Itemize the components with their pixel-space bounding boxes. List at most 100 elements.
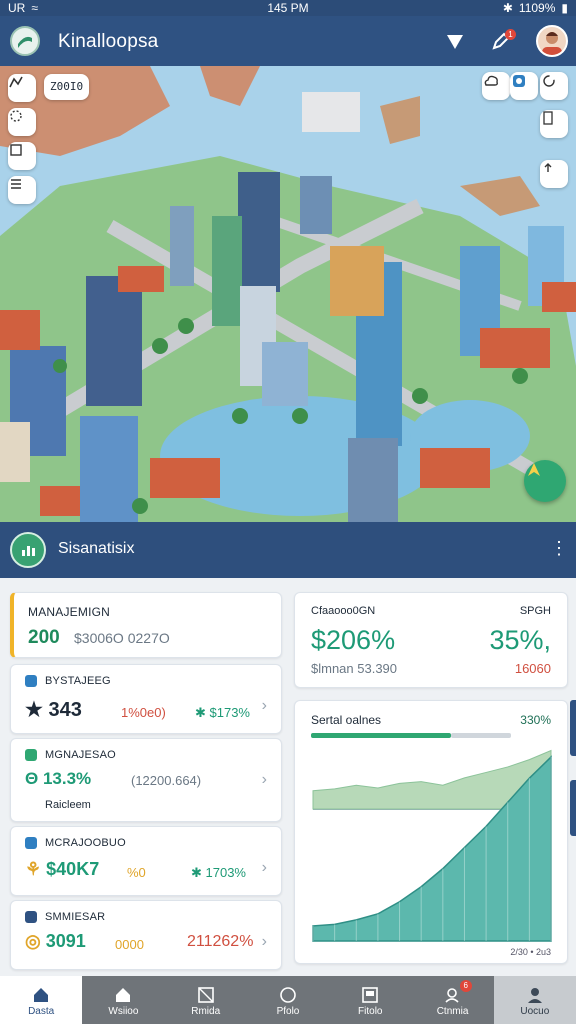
notification-badge: 1	[505, 29, 516, 40]
list-item-extra: Raicleem	[45, 799, 91, 811]
summary-value-right: 35%,	[489, 625, 551, 655]
nav-item-home[interactable]: Wsiioo	[82, 976, 164, 1024]
flower-icon: ⚘	[25, 859, 42, 879]
status-bar: UR ≈ 145 PM ✱ 1109% ▮	[0, 0, 576, 16]
house-icon	[113, 984, 133, 1006]
sales-chart-card[interactable]: Sertal oalnes 330% 2/30 • 2u3	[294, 700, 568, 964]
nav-label: Wsiioo	[108, 1005, 139, 1017]
list-item-delta-bad: 0000	[115, 937, 144, 952]
sparkle-icon: ✱	[191, 865, 206, 880]
list-item-value: 13.3%	[42, 769, 92, 788]
list-item-value: $40K7	[46, 859, 100, 879]
list-item[interactable]: MCRAJOOBUO ⚘ $40K7 %0 ✱ 1703% ›	[10, 826, 282, 896]
circle-icon	[278, 984, 298, 1006]
nav-label: Dasta	[28, 1005, 55, 1017]
list-item[interactable]: SMMIESAR ◎ 3091 0000 211262% ›	[10, 900, 282, 970]
nav-item-media[interactable]: Rmida	[165, 976, 247, 1024]
nav-item-user[interactable]: Uocuo	[493, 976, 576, 1024]
list-item-title: SMMIESAR	[45, 911, 106, 923]
list-item-title: MCRAJOOBUO	[45, 837, 126, 849]
map-illustration	[0, 66, 576, 522]
summary-card[interactable]: Cfaaooo0GN SPGH $206% 35%, $lmnan 53.390…	[294, 592, 568, 688]
nav-badge: 6	[459, 980, 472, 992]
target-icon: ◎	[25, 931, 41, 951]
nav-label: Rmida	[191, 1005, 221, 1017]
chevron-right-icon: ›	[261, 771, 267, 788]
filter-icon[interactable]	[8, 176, 36, 204]
list-item-title: BYSTAJEEG	[45, 675, 111, 687]
statistics-title: Sisanatisix	[58, 540, 135, 557]
management-title: MANAJEMIGN	[28, 605, 111, 619]
summary-label-right: SPGH	[519, 605, 551, 617]
list-item-title: MGNAJESAO	[45, 749, 116, 761]
nav-label: Fitolo	[358, 1005, 383, 1017]
badge-icon	[25, 749, 37, 761]
summary-sub-left: $lmnan 53.390	[311, 661, 398, 676]
side-tab[interactable]	[570, 700, 576, 756]
list-item-value: 3091	[45, 931, 86, 951]
list-item-value: 343	[48, 699, 82, 721]
nav-label: Pfolo	[276, 1005, 300, 1017]
management-value: 200	[28, 627, 60, 648]
summary-sub-right: 16060	[514, 661, 551, 676]
route-icon[interactable]	[8, 74, 36, 102]
location-pin-icon[interactable]	[510, 72, 538, 100]
bottom-nav: Dasta Wsiioo Rmida Pfolo Fitolo Ctnmia 6…	[0, 976, 576, 1024]
image-icon	[196, 984, 216, 1006]
more-menu-icon[interactable]: ⋮	[550, 538, 568, 559]
app-title: Kinalloopsa	[58, 31, 159, 52]
refresh-icon[interactable]	[540, 72, 568, 100]
chart-x-label: 2/30 • 2u3	[510, 947, 551, 957]
management-sub: $3006O 0227O	[74, 630, 170, 646]
app-header: Kinalloopsa 1	[0, 16, 576, 66]
nav-item-profile[interactable]: Pfolo	[247, 976, 329, 1024]
badge-icon	[25, 675, 37, 687]
statistics-logo-icon	[10, 532, 46, 568]
area-chart	[312, 749, 552, 942]
nav-label: Ctnmia	[436, 1005, 469, 1017]
nav-item-community[interactable]: Ctnmia 6	[411, 976, 493, 1024]
summary-label-left: Cfaaooo0GN	[311, 605, 376, 617]
summary-value-left: $206%	[311, 625, 396, 655]
folder-icon	[360, 984, 380, 1006]
map-zoom-chip[interactable]: Z00I0	[44, 74, 90, 100]
sparkle-icon: ✱	[195, 705, 210, 720]
clock-icon: Θ	[25, 769, 39, 788]
clock: 145 PM	[267, 1, 309, 15]
app-logo-icon[interactable]	[10, 26, 40, 56]
document-icon[interactable]	[540, 110, 568, 138]
share-icon[interactable]	[540, 160, 568, 188]
avatar[interactable]	[536, 25, 568, 57]
nav-label: Uocuo	[520, 1005, 550, 1017]
chevron-right-icon: ›	[261, 697, 267, 714]
badge-icon	[25, 911, 37, 923]
signal-icon[interactable]	[442, 28, 468, 54]
bluetooth-icon: ✱	[502, 1, 513, 15]
list-item[interactable]: BYSTAJEEG ★ 343 1%0e0) ✱ $173% ›	[10, 664, 282, 734]
home-icon	[31, 984, 51, 1006]
layers-icon[interactable]	[8, 142, 36, 170]
list-item-delta-good: 1703%	[205, 865, 246, 880]
battery-label: 1109%	[518, 1, 556, 15]
management-card[interactable]: MANAJEMIGN 200 $3006O 0227O	[10, 592, 282, 658]
list-item-delta-bad: 1%0e0)	[121, 705, 166, 720]
cloud-icon[interactable]	[482, 72, 510, 100]
lasso-icon[interactable]	[8, 108, 36, 136]
list-item[interactable]: MGNAJESAO Θ 13.3% (12200.664) Raicleem ›	[10, 738, 282, 822]
navigate-fab[interactable]	[524, 460, 566, 502]
list-item-delta-good: $173%	[209, 705, 250, 720]
battery-icon: ▮	[561, 1, 568, 15]
badge-icon	[25, 837, 37, 849]
chevron-right-icon: ›	[261, 933, 267, 950]
nav-item-files[interactable]: Fitolo	[329, 976, 411, 1024]
chevron-right-icon: ›	[261, 859, 267, 876]
list-item-delta-bad: %0	[127, 865, 146, 880]
statistics-bar: Sisanatisix ⋮	[0, 522, 576, 578]
city-map[interactable]: Z00I0	[0, 66, 576, 522]
user-icon	[525, 984, 545, 1006]
edit-notification-icon[interactable]: 1	[488, 28, 516, 54]
list-item-delta: (12200.664)	[131, 773, 202, 788]
nav-item-dashboard[interactable]: Dasta	[0, 976, 83, 1024]
side-tab[interactable]	[570, 780, 576, 836]
star-icon: ★	[25, 699, 43, 721]
